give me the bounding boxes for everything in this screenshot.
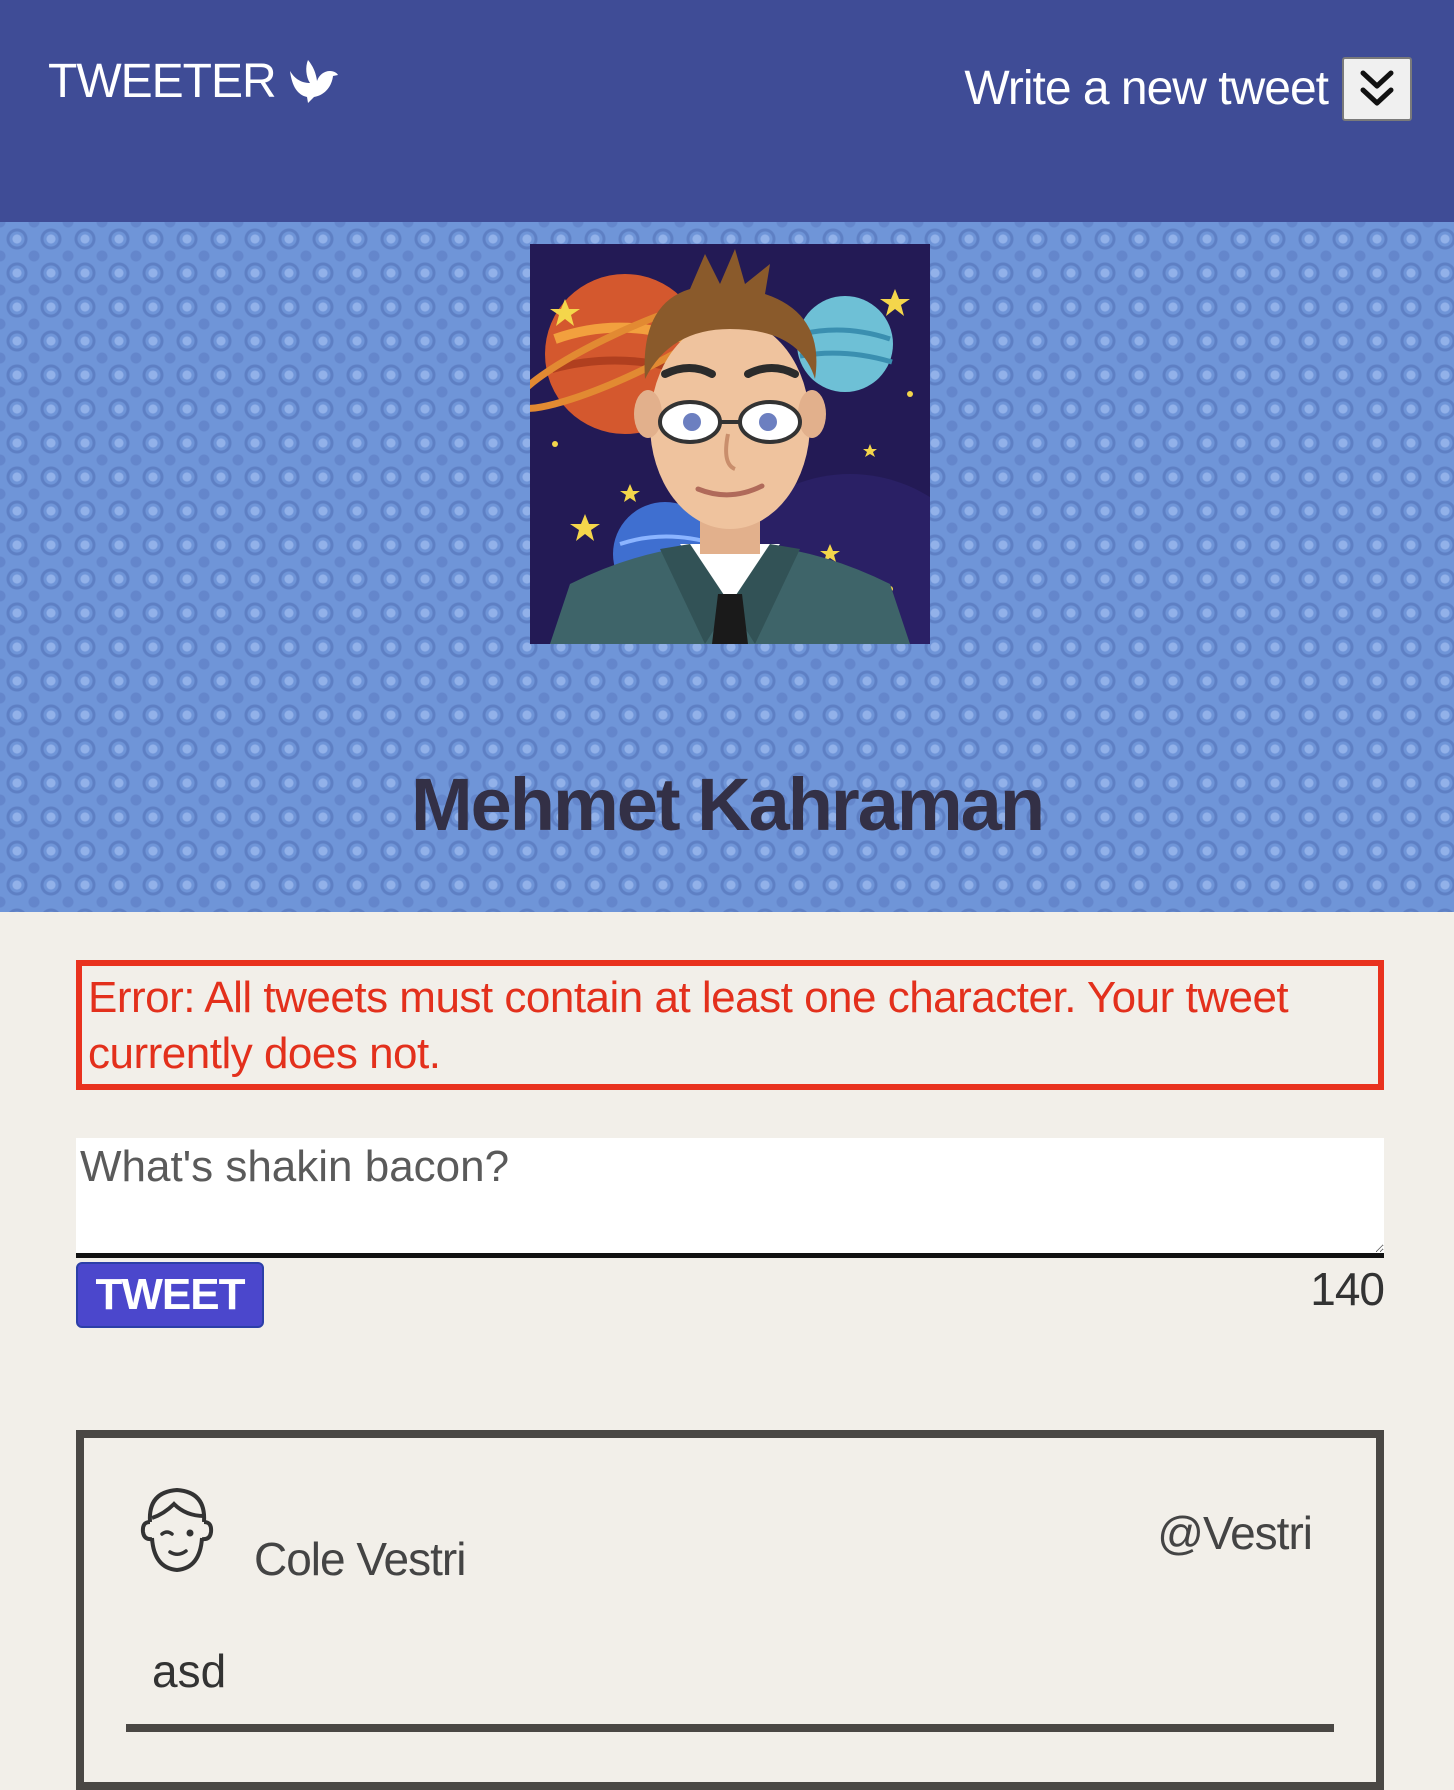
tweet-card: Cole Vestri @Vestri asd [76, 1430, 1384, 1790]
error-message: Error: All tweets must contain at least … [76, 960, 1384, 1090]
profile-name: Mehmet Kahraman [410, 763, 1045, 846]
profile-avatar [530, 244, 930, 644]
compose-toggle-button[interactable] [1342, 57, 1412, 121]
tweet-author-handle: @Vestri [1157, 1507, 1313, 1559]
profile-header: Mehmet Kahraman [0, 222, 1454, 912]
write-tweet-label[interactable]: Write a new tweet [964, 54, 1329, 124]
cartoon-avatar-image [530, 244, 930, 644]
tweet-divider [126, 1724, 1334, 1732]
char-counter: 140 [1310, 1263, 1385, 1315]
write-tweet-toggle[interactable]: Write a new tweet [964, 54, 1412, 124]
tweet-author-name: Cole Vestri [254, 1533, 466, 1585]
top-nav: TWEETER Write a new tweet [0, 0, 1454, 222]
tweet-input[interactable] [76, 1138, 1384, 1258]
dove-icon [289, 60, 338, 103]
brand-name: TWEETER [48, 55, 277, 108]
double-chevron-down-icon [1360, 70, 1394, 106]
face-outline-icon [140, 1487, 214, 1573]
tweet-button[interactable]: TWEET [76, 1262, 264, 1328]
brand[interactable]: TWEETER [48, 52, 340, 112]
tweet-text: asd [152, 1645, 227, 1697]
